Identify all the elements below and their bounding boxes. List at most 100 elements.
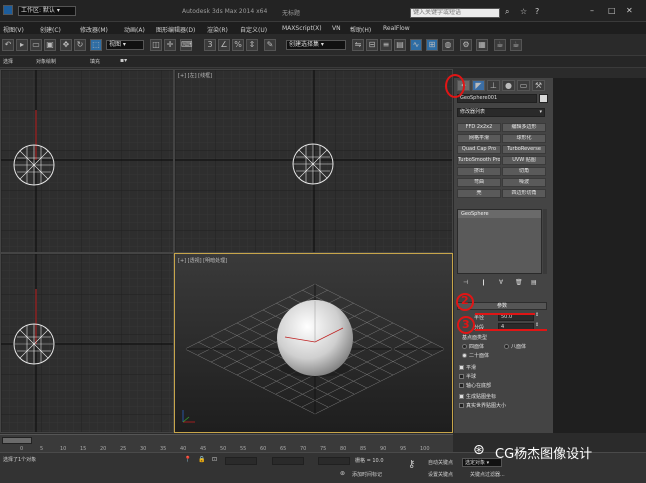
object-name-field[interactable]: GeoSphere001 <box>457 94 537 103</box>
key-icon[interactable]: ⚷ <box>408 459 415 470</box>
modifier-quadcap-button[interactable]: Quad Cap Pro <box>457 145 501 154</box>
modifier-turbosmooth-button[interactable]: TurboSmooth Pro <box>457 156 501 165</box>
menu-view[interactable]: 视图(V) <box>3 25 24 34</box>
menu-vn[interactable]: VN <box>332 25 341 32</box>
pin-icon[interactable]: 📍 <box>184 456 191 463</box>
render-iterative-icon[interactable]: ☕ <box>510 39 522 51</box>
pin-stack-icon[interactable]: ⊣ <box>463 279 468 286</box>
checkbox-base-pivot[interactable]: 轴心在底部 <box>459 382 491 389</box>
modifier-quadchamfer-button[interactable]: 四边形切角 <box>502 189 546 198</box>
viewport-front[interactable]: [+] [左] [线框] <box>174 69 453 253</box>
modifier-spherify-button[interactable]: 球形化 <box>502 134 546 143</box>
modifier-bend-button[interactable]: 弯曲 <box>457 178 501 187</box>
add-time-tag-button[interactable]: 添加时间标记 <box>352 471 382 478</box>
menu-graph-editors[interactable]: 图形编辑器(D) <box>156 25 195 34</box>
edit-named-sel-icon[interactable]: ✎ <box>264 39 276 51</box>
angle-snap-icon[interactable]: ∠ <box>218 39 230 51</box>
radius-spinner[interactable]: ⇕ <box>535 312 539 318</box>
mirror-icon[interactable]: ⇋ <box>352 39 364 51</box>
ribbon-options-icon[interactable]: ▪▾ <box>120 57 127 64</box>
modifier-list-dropdown[interactable]: 修改器列表 ▾ <box>457 108 545 117</box>
key-filters-button[interactable]: 关键点过滤器... <box>470 471 505 478</box>
radio-icosahedron[interactable]: 二十面体 <box>462 352 489 359</box>
snap-toggle-icon[interactable]: 3 <box>204 39 216 51</box>
stack-scrollbar[interactable] <box>543 209 547 274</box>
move-icon[interactable]: ✥ <box>60 39 72 51</box>
abs-mode-icon[interactable]: ⊡ <box>212 456 217 463</box>
modify-tab-icon[interactable]: ◤ <box>472 80 485 91</box>
viewport-perspective[interactable]: [+] [透视] [明暗处理] <box>174 253 453 433</box>
menu-maxscript[interactable]: MAXScript(X) <box>282 25 322 32</box>
modifier-extrude-button[interactable]: 挤出 <box>457 167 501 176</box>
stack-item-geosphere[interactable]: GeoSphere <box>458 210 541 218</box>
ribbon-tab-object-paint[interactable]: 对象绘制 <box>36 58 56 65</box>
modifier-edit-poly-button[interactable]: 编辑多边形 <box>502 123 546 132</box>
modifier-stack-list[interactable]: GeoSphere <box>457 209 542 274</box>
modifier-turboreverse-button[interactable]: TurboReverse <box>502 145 546 154</box>
radio-tetrahedron[interactable]: 四面体 <box>462 343 484 350</box>
radio-octahedron[interactable]: 八面体 <box>504 343 526 350</box>
modifier-noise-button[interactable]: 噪波 <box>502 178 546 187</box>
z-coord-field[interactable] <box>318 457 350 465</box>
display-tab-icon[interactable]: ▭ <box>517 80 530 91</box>
checkbox-smooth[interactable]: 平滑 <box>459 364 476 371</box>
remove-modifier-icon[interactable]: 🗑 <box>515 279 523 286</box>
menu-rendering[interactable]: 渲染(R) <box>207 25 228 34</box>
reference-coord-dropdown[interactable]: 视图 ▾ <box>106 40 144 50</box>
checkbox-hemisphere[interactable]: 半球 <box>459 373 476 380</box>
set-key-button[interactable]: 设置关键点 <box>428 471 453 478</box>
utilities-tab-icon[interactable]: ⚒ <box>532 80 545 91</box>
maximize-button[interactable]: □ <box>608 6 616 15</box>
undo-icon[interactable]: ↶ <box>2 39 14 51</box>
rendered-frame-icon[interactable]: ▦ <box>476 39 488 51</box>
render-production-icon[interactable]: ☕ <box>494 39 506 51</box>
viewport-bottom-left-partial[interactable] <box>0 253 174 433</box>
menu-realflow[interactable]: RealFlow <box>383 25 410 32</box>
window-crossing-icon[interactable]: ▣ <box>44 39 56 51</box>
time-tag-icon[interactable]: ⊛ <box>340 470 345 477</box>
scale-icon[interactable]: ⬚ <box>90 39 102 51</box>
select-object-icon[interactable]: ▸ <box>16 39 28 51</box>
viewport-front-label[interactable]: [+] [左] [线框] <box>178 72 212 79</box>
x-coord-field[interactable] <box>225 457 257 465</box>
modifier-chamfer-button[interactable]: 切角 <box>502 167 546 176</box>
curve-editor-icon[interactable]: ∿ <box>410 39 422 51</box>
app-logo-icon[interactable] <box>3 5 13 15</box>
move-cross-icon[interactable]: ✛ <box>164 39 176 51</box>
menu-help[interactable]: 帮助(H) <box>350 25 371 34</box>
menu-customize[interactable]: 自定义(U) <box>240 25 267 34</box>
render-setup-icon[interactable]: ⚙ <box>460 39 472 51</box>
keyboard-shortcut-icon[interactable]: ⌨ <box>180 39 193 51</box>
checkbox-real-world-map[interactable]: 真实世界贴图大小 <box>459 402 506 409</box>
ribbon-tab-selection[interactable]: 选择 <box>3 58 13 65</box>
close-button[interactable]: ✕ <box>626 6 633 15</box>
spinner-snap-icon[interactable]: ⇕ <box>246 39 258 51</box>
ribbon-tab-populate[interactable]: 填充 <box>90 58 100 65</box>
modifier-uvw-button[interactable]: UVW 贴图 <box>502 156 546 165</box>
graphite-icon[interactable]: ▤ <box>394 39 406 51</box>
pivot-icon[interactable]: ◫ <box>150 39 162 51</box>
menu-modifiers[interactable]: 修改器(M) <box>80 25 108 34</box>
material-editor-icon[interactable]: ◍ <box>442 39 454 51</box>
named-selection-dropdown[interactable]: 创建选择集 ▾ <box>286 40 346 50</box>
motion-tab-icon[interactable]: ● <box>502 80 515 91</box>
y-coord-field[interactable] <box>272 457 304 465</box>
configure-sets-icon[interactable]: ▤ <box>531 279 537 286</box>
layer-icon[interactable]: ≡ <box>380 39 392 51</box>
make-unique-icon[interactable]: ∀ <box>499 279 503 286</box>
show-end-result-icon[interactable]: ❙ <box>481 279 486 286</box>
star-icon[interactable]: ☆ <box>520 7 527 16</box>
hierarchy-tab-icon[interactable]: ⊥ <box>487 80 500 91</box>
checkbox-gen-mapping-coords[interactable]: 生成贴图坐标 <box>459 393 496 400</box>
search-icon[interactable]: ⌕ <box>505 7 509 17</box>
timeline-track[interactable]: 0 5 10 15 20 25 30 35 40 45 50 55 60 65 70 75 80 85 90 95 10… <box>0 434 453 452</box>
auto-key-button[interactable]: 自动关键点 <box>428 459 453 466</box>
rotate-icon[interactable]: ↻ <box>74 39 86 51</box>
object-color-swatch[interactable] <box>539 94 548 103</box>
search-input[interactable]: 键入关键字或短语 <box>410 8 500 18</box>
select-region-icon[interactable]: ▭ <box>30 39 42 51</box>
percent-snap-icon[interactable]: % <box>232 39 244 51</box>
segments-spinner[interactable]: ⇕ <box>535 322 539 328</box>
lock-icon[interactable]: 🔒 <box>198 456 205 463</box>
menu-animation[interactable]: 动画(A) <box>124 25 145 34</box>
